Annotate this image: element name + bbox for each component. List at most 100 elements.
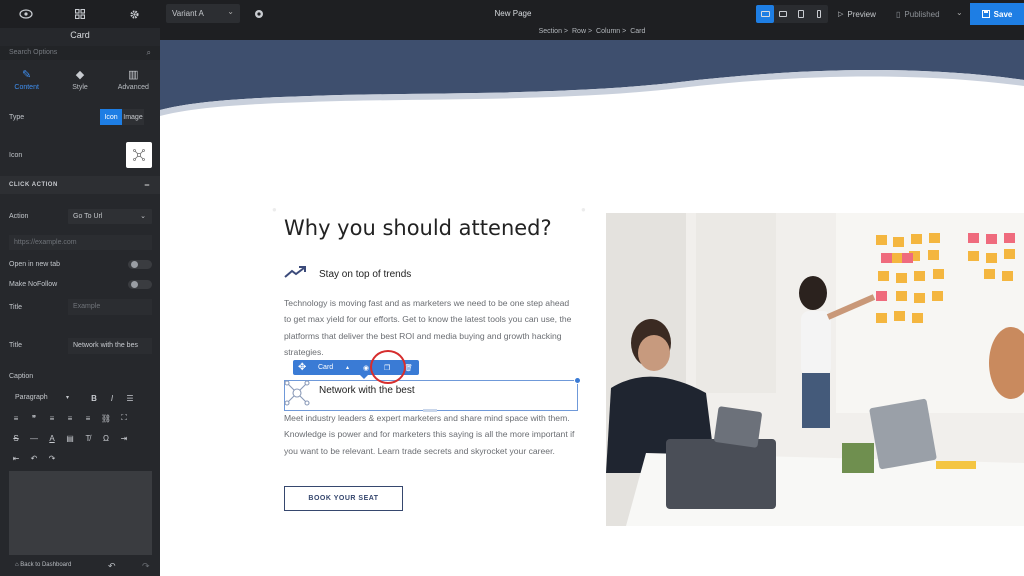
feature-text-network[interactable]: Meet industry leaders & expert marketers… xyxy=(284,410,576,459)
chevron-up-icon[interactable]: ▴ xyxy=(346,360,349,375)
caption-textarea[interactable] xyxy=(9,471,152,555)
paragraph-select[interactable]: Paragraph ▾ xyxy=(9,391,73,405)
sliders-icon: ▥ xyxy=(128,69,139,81)
file-icon: ▯ xyxy=(896,9,901,19)
page-title: New Page xyxy=(494,9,532,18)
icon-label: Icon xyxy=(9,152,23,159)
paste-icon[interactable]: ▤ xyxy=(63,431,77,445)
breadcrumb-section[interactable]: Section > xyxy=(539,28,568,40)
strikethrough-icon[interactable]: S xyxy=(9,431,23,445)
url-placeholder: https://example.com xyxy=(14,239,77,246)
settings-gear-icon[interactable] xyxy=(108,0,160,28)
feature-title-trends[interactable]: Stay on top of trends xyxy=(319,269,411,280)
back-to-dashboard-link[interactable]: ⌂ Back to Dashboard xyxy=(15,562,71,568)
back-to-dashboard-label: Back to Dashboard xyxy=(20,562,72,568)
eye-icon[interactable] xyxy=(0,0,52,28)
click-action-section-header[interactable]: CLICK ACTION − xyxy=(0,176,160,194)
tab-advanced[interactable]: ▥ Advanced xyxy=(107,64,160,100)
tablet-view-button[interactable] xyxy=(792,5,810,23)
undo-icon[interactable]: ↶ xyxy=(108,561,116,572)
undo-icon[interactable]: ↶ xyxy=(27,451,41,465)
feature-title-network[interactable]: Network with the best xyxy=(319,385,415,396)
section-heading[interactable]: Why you should attened? xyxy=(284,216,552,240)
new-tab-toggle[interactable] xyxy=(128,260,152,269)
feature-text-trends[interactable]: Technology is moving fast and as markete… xyxy=(284,295,576,361)
quote-icon[interactable]: ❞ xyxy=(27,411,41,425)
action-select[interactable]: Go To Url ⌄ xyxy=(68,209,152,224)
icon-picker[interactable] xyxy=(126,142,152,168)
nofollow-toggle[interactable] xyxy=(128,280,152,289)
variant-settings-icon[interactable] xyxy=(250,5,267,22)
special-char-icon[interactable]: Ω xyxy=(99,431,113,445)
wave-header-shape xyxy=(160,40,1024,116)
network-icon xyxy=(284,380,310,406)
published-button[interactable]: ▯ Published xyxy=(896,5,940,23)
grid-icon[interactable] xyxy=(54,0,106,28)
pen-icon: ✎ xyxy=(22,69,32,81)
chevron-down-icon: ▾ xyxy=(65,395,69,401)
collapse-minus-icon[interactable]: − xyxy=(144,180,150,190)
title-input-1[interactable]: Example xyxy=(68,299,152,315)
top-bar: Variant A ⌄ New Page ▷ Preview ▯ Publish… xyxy=(0,0,1024,28)
search-options-input[interactable]: Search Options ⌕ xyxy=(0,46,160,60)
type-image-option[interactable]: Image xyxy=(122,109,144,125)
tab-style[interactable]: ◆ Style xyxy=(53,64,106,100)
book-your-seat-button[interactable]: BOOK YOUR SEAT xyxy=(284,486,403,511)
context-element-label[interactable]: Card xyxy=(318,360,333,375)
network-icon xyxy=(133,149,145,161)
list-icon[interactable]: ☰ xyxy=(123,391,137,405)
click-action-title: CLICK ACTION xyxy=(9,182,58,188)
variant-select-label: Variant A xyxy=(172,9,204,18)
panel-title: Card xyxy=(70,30,90,40)
preview-button[interactable]: ▷ Preview xyxy=(838,5,876,23)
new-tab-label: Open in new tab xyxy=(9,261,60,268)
breadcrumb-column[interactable]: Column > xyxy=(596,28,626,40)
device-switcher xyxy=(756,5,828,23)
title-input-2[interactable]: Network with the bes xyxy=(68,338,152,354)
title-input-1-placeholder: Example xyxy=(73,303,101,310)
type-toggle: Icon Image xyxy=(100,109,144,125)
caption-editor-toolbar: Paragraph ▾ B I ☰ ≡ ❞ ≡ ≡ ≡ ⛓ ⛶ S — A ▤ … xyxy=(9,388,152,466)
list-bullets-icon[interactable]: ≡ xyxy=(9,411,23,425)
tab-content[interactable]: ✎ Content xyxy=(0,64,53,100)
variant-select[interactable]: Variant A ⌄ xyxy=(166,4,240,23)
save-button[interactable]: Save xyxy=(970,3,1024,25)
add-element-dot[interactable] xyxy=(574,377,581,384)
drop-icon: ◆ xyxy=(75,69,85,81)
align-right-icon[interactable]: ≡ xyxy=(81,411,95,425)
paragraph-select-value: Paragraph xyxy=(15,394,48,401)
home-icon: ⌂ xyxy=(15,562,19,568)
url-input[interactable]: https://example.com xyxy=(9,235,152,250)
redo-icon[interactable]: ↷ xyxy=(45,451,59,465)
breadcrumb-card[interactable]: Card xyxy=(630,28,645,40)
action-select-value: Go To Url xyxy=(73,213,103,220)
align-center-icon[interactable]: ≡ xyxy=(63,411,77,425)
horizontal-line-icon[interactable]: — xyxy=(27,431,41,445)
outdent-icon[interactable]: ⇤ xyxy=(9,451,23,465)
chevron-down-icon: ⌄ xyxy=(140,213,146,220)
clear-format-icon[interactable]: T̸ xyxy=(81,431,95,445)
redo-icon[interactable]: ↷ xyxy=(142,561,150,572)
type-icon-option[interactable]: Icon xyxy=(100,109,122,125)
breadcrumb-row[interactable]: Row > xyxy=(572,28,592,40)
fullscreen-icon[interactable]: ⛶ xyxy=(117,411,131,425)
published-label: Published xyxy=(904,9,940,19)
move-icon[interactable]: ✥ xyxy=(298,360,306,375)
mobile-view-button[interactable] xyxy=(810,5,828,23)
publish-options-chevron-icon[interactable]: ⌄ xyxy=(956,8,963,17)
toolbar-pointer xyxy=(360,375,368,379)
link-icon[interactable]: ⛓ xyxy=(99,411,113,425)
type-label: Type xyxy=(9,114,25,121)
italic-icon[interactable]: I xyxy=(105,391,119,405)
trending-up-icon xyxy=(284,265,306,281)
indent-icon[interactable]: ⇥ xyxy=(117,431,131,445)
eye-icon[interactable]: ◉ xyxy=(363,360,369,375)
text-color-icon[interactable]: A xyxy=(45,431,59,445)
office-meeting-photo[interactable] xyxy=(606,213,1024,526)
desktop-view-button[interactable] xyxy=(756,5,774,23)
settings-panel: Card Search Options ⌕ ✎ Content ◆ Style … xyxy=(0,28,160,576)
laptop-view-button[interactable] xyxy=(774,5,792,23)
title-label-1: Title xyxy=(9,304,22,311)
align-left-icon[interactable]: ≡ xyxy=(45,411,59,425)
bold-icon[interactable]: B xyxy=(87,391,101,405)
